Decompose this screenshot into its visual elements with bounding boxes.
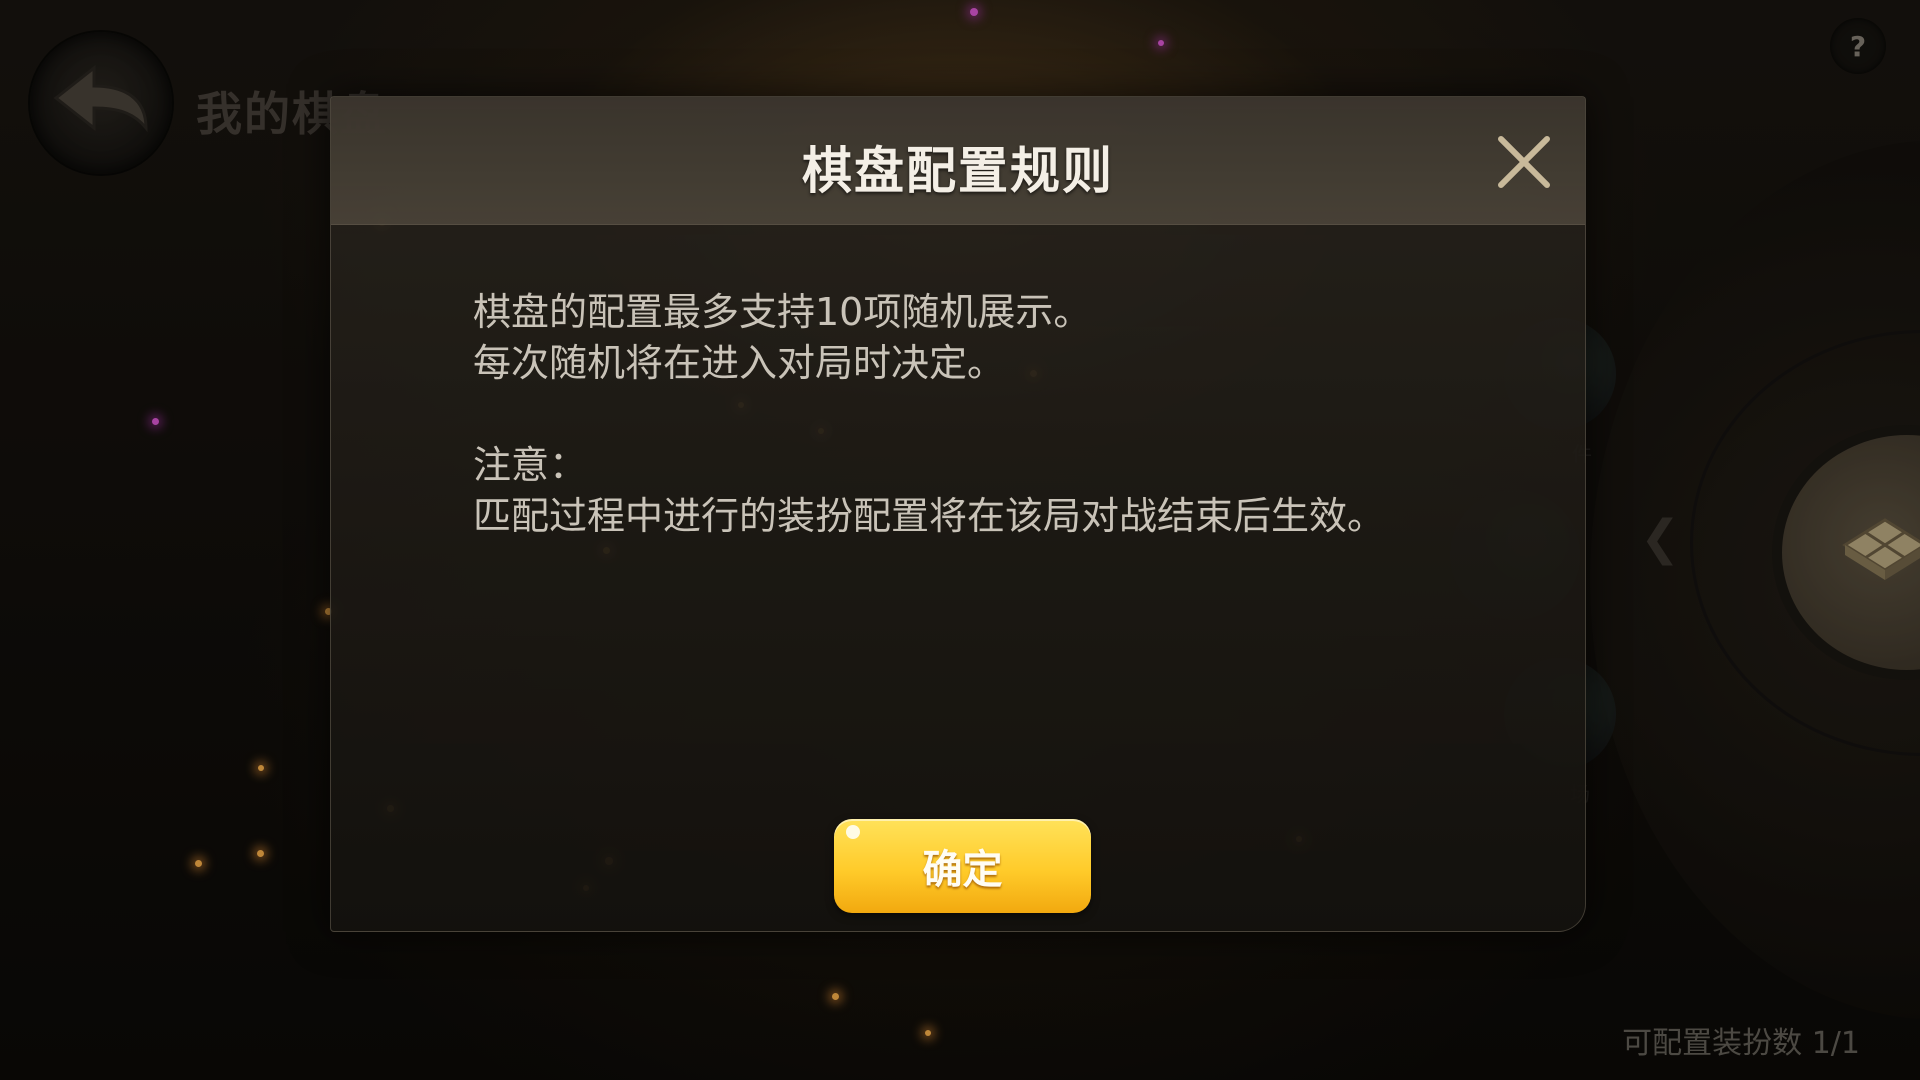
confirm-button[interactable]: 确定: [834, 819, 1091, 913]
rule-line-2: 每次随机将在进入对局时决定。: [473, 341, 1006, 385]
close-button[interactable]: [1493, 131, 1555, 193]
dialog-title: 棋盘配置规则: [802, 142, 1114, 200]
close-icon: [1498, 136, 1550, 188]
button-shine: [846, 825, 860, 839]
rule-line-1: 棋盘的配置最多支持10项随机展示。: [473, 290, 1092, 334]
confirm-label: 确定: [922, 847, 1003, 893]
dialog-body: 棋盘的配置最多支持10项随机展示。 每次随机将在进入对局时决定。 注意： 匹配过…: [473, 287, 1473, 542]
note-text: 匹配过程中进行的装扮配置将在该局对战结束后生效。: [473, 494, 1386, 538]
game-screen: 我的棋盘 ? ❮ 件 场 可配置装扮数 1/1 棋盘配置规则: [0, 0, 1920, 1080]
note-heading: 注意：: [473, 443, 588, 487]
rules-dialog: 棋盘配置规则 棋盘的配置最多支持10项随机展示。 每次随机将在进入对局时决定。 …: [330, 96, 1586, 932]
